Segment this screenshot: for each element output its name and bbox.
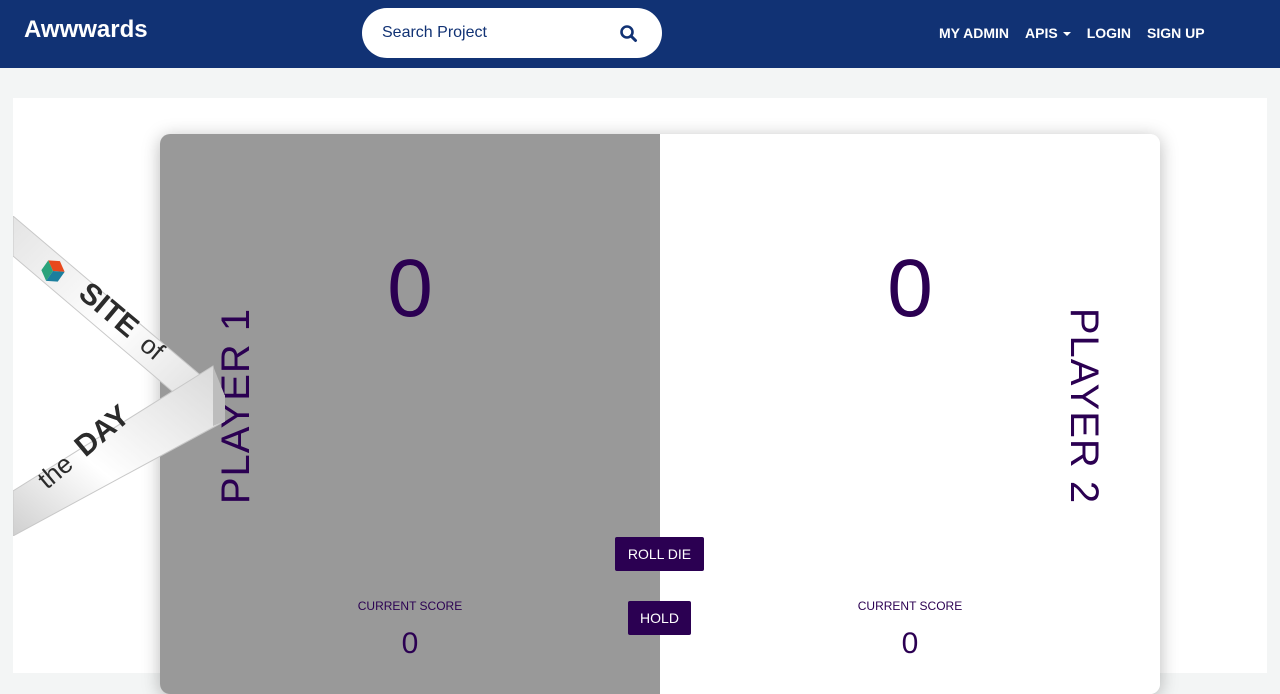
roll-die-button[interactable]: ROLL DIE — [615, 537, 704, 571]
nav-link-label: LOGIN — [1086, 25, 1132, 41]
nav-link-label: SIGN UP — [1147, 25, 1205, 41]
site-of-the-day-badge[interactable]: SITE of the DAY — [13, 216, 225, 536]
nav-links: MY ADMIN APIS LOGIN SIGN UP — [939, 24, 1221, 42]
nav-link-login[interactable]: LOGIN — [1087, 25, 1131, 41]
player-1-current-label: CURRENT SCORE — [357, 599, 463, 613]
player-2-current-label: CURRENT SCORE — [857, 599, 963, 613]
player-1-current-score: 0 — [401, 627, 419, 660]
player-2-current-score: 0 — [901, 627, 919, 660]
search-icon[interactable] — [618, 23, 640, 45]
brand-logo[interactable]: Awwwards — [24, 16, 148, 44]
hold-button[interactable]: HOLD — [628, 601, 691, 635]
player-1-panel: 0 PLAYER 1 CURRENT SCORE 0 — [160, 134, 660, 694]
search-form — [362, 8, 662, 58]
nav-link-label: MY ADMIN — [939, 25, 1009, 41]
nav-link-label: APIS — [1025, 25, 1058, 41]
player-2-panel: 0 PLAYER 2 CURRENT SCORE 0 — [660, 134, 1160, 694]
nav-link-sign-up[interactable]: SIGN UP — [1147, 25, 1205, 41]
caret-down-icon — [1062, 31, 1071, 36]
nav-link-my-admin[interactable]: MY ADMIN — [939, 25, 1009, 41]
player-2-name: PLAYER 2 — [1062, 307, 1106, 505]
search-input[interactable] — [382, 8, 602, 58]
nav-link-apis-dropdown[interactable]: APIS — [1025, 25, 1071, 41]
top-navbar: Awwwards MY ADMIN APIS LOGIN SIGN UP — [0, 0, 1280, 68]
pig-game-board: 0 PLAYER 1 CURRENT SCORE 0 0 PLAYER 2 CU… — [160, 134, 1160, 694]
